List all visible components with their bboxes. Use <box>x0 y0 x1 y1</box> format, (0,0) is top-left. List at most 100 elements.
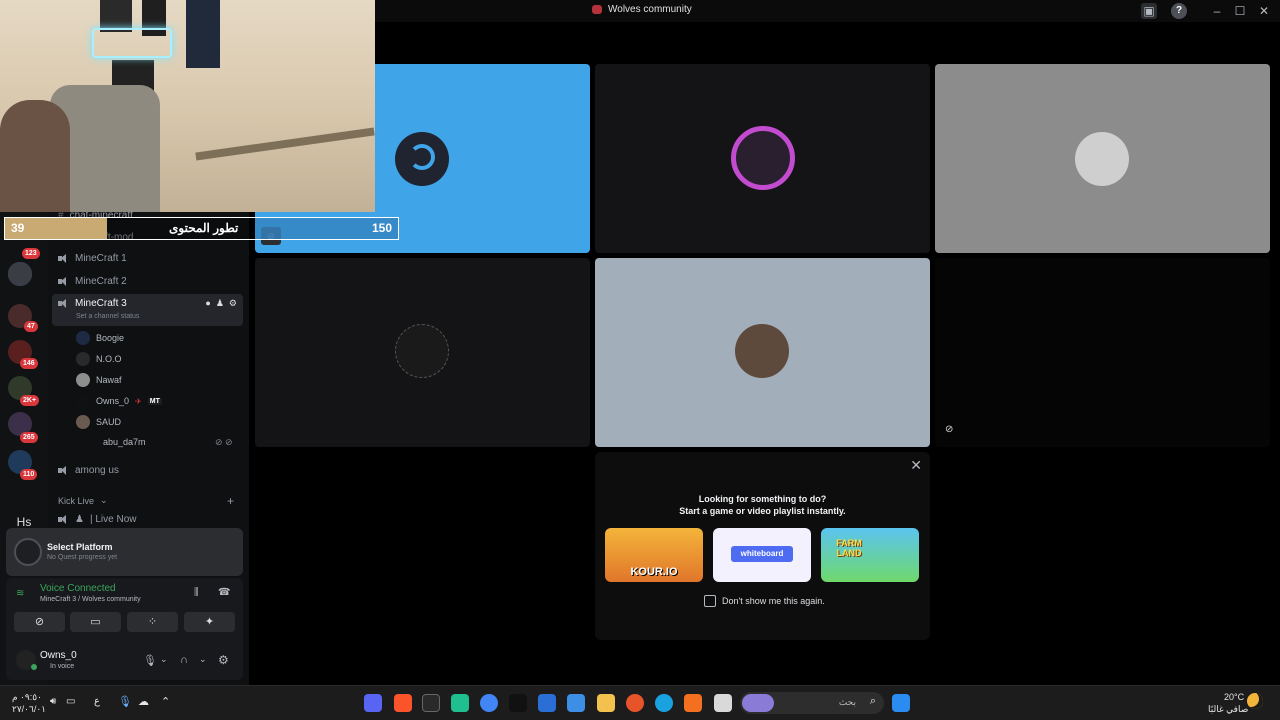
chevron-down-icon[interactable]: ⌄ <box>199 654 207 665</box>
category-kick-live[interactable]: Kick Live ⌄ <box>58 495 108 506</box>
discord-taskbar-icon[interactable] <box>364 694 382 712</box>
activity-card-label: KOUR.IO <box>630 566 678 578</box>
dont-show-checkbox[interactable] <box>704 595 716 607</box>
app-taskbar-icon[interactable] <box>714 694 732 712</box>
headphones-icon[interactable]: ∩ <box>180 654 188 666</box>
language-indicator[interactable]: ع <box>94 696 100 707</box>
screen-share-button[interactable]: ▭ <box>70 612 121 632</box>
app-taskbar-icon[interactable] <box>684 694 702 712</box>
voice-member[interactable]: N.O.O <box>76 352 122 366</box>
voice-channel-minecraft-3[interactable]: MineCraft 3 Set a channel status ● ♟ ⚙ <box>52 294 243 326</box>
activity-card-label: whiteboard <box>731 546 793 562</box>
unread-badge: 47 <box>24 321 38 332</box>
avatar <box>76 394 90 408</box>
voice-member[interactable]: abu_da7m <box>103 437 146 447</box>
member-name: Owns_0 <box>96 396 130 406</box>
minimize-button[interactable]: – <box>1209 3 1225 19</box>
app-taskbar-icon[interactable] <box>451 694 469 712</box>
member-name: Nawaf <box>96 375 122 385</box>
weather-description[interactable]: صافي غالبًا <box>1208 704 1248 715</box>
soundboard-button[interactable]: ✦ <box>184 612 235 632</box>
speaker-icon <box>58 254 69 263</box>
user-name: Owns_0 <box>40 650 77 661</box>
video-tile-member[interactable] <box>595 64 930 253</box>
member-name: abu_da7m <box>103 437 146 447</box>
voice-channel-live-now[interactable]: ♟ | Live Now <box>58 514 136 525</box>
volume-icon[interactable]: 🔊︎ <box>50 696 56 707</box>
speaker-icon <box>58 299 69 308</box>
clock-time[interactable]: ٠٩:٥٠ م <box>12 692 42 703</box>
video-tile-member[interactable] <box>255 258 590 447</box>
noise-suppression-icon[interactable]: ⫼ <box>194 587 199 598</box>
video-tile-saud[interactable] <box>595 258 930 447</box>
close-icon[interactable]: ✕ <box>910 457 922 474</box>
edge-taskbar-icon[interactable] <box>655 694 673 712</box>
disconnect-icon[interactable]: ☎ <box>218 587 230 598</box>
signal-icon: ≋ <box>16 588 25 599</box>
voice-channel-minecraft-1[interactable]: MineCraft 1 <box>58 253 127 264</box>
gear-icon[interactable]: ⚙ <box>229 298 237 309</box>
close-window-button[interactable]: ✕ <box>1256 3 1272 19</box>
help-icon[interactable]: ? <box>1171 3 1187 19</box>
window-title-text: Wolves community <box>608 4 692 15</box>
weather-temperature[interactable]: 20°C <box>1224 692 1244 702</box>
chevron-down-icon[interactable]: ⌄ <box>160 654 168 665</box>
server-icon[interactable] <box>8 262 32 286</box>
activities-button[interactable]: ⁘ <box>127 612 178 632</box>
select-platform-card[interactable]: Select Platform No Quest progress yet <box>6 528 243 576</box>
microphone-icon[interactable]: 🎙︎ <box>143 654 157 667</box>
cloud-icon[interactable]: ☁ <box>138 695 149 708</box>
file-explorer-taskbar-icon[interactable] <box>597 694 615 712</box>
inbox-icon[interactable]: ▣ <box>1141 3 1157 19</box>
mail-taskbar-icon[interactable] <box>538 694 556 712</box>
avatar <box>735 324 789 378</box>
chevron-up-icon[interactable]: ⌃ <box>161 695 170 708</box>
voice-channel-among-us[interactable]: among us <box>58 465 119 476</box>
rocket-icon: ✈ <box>135 396 142 406</box>
activity-card-farmland[interactable]: FARM LAND <box>821 528 919 582</box>
invite-icon[interactable]: ♟ <box>216 298 224 309</box>
voice-status: Voice Connected <box>40 583 116 594</box>
tiktok-taskbar-icon[interactable] <box>509 694 527 712</box>
people-icon: ♟ <box>75 514 84 525</box>
webcam-overlay <box>0 0 375 212</box>
maximize-button[interactable]: ☐ <box>1232 3 1248 19</box>
windows-start-icon[interactable] <box>892 694 910 712</box>
brave-taskbar-icon[interactable] <box>394 694 412 712</box>
chrome-taskbar-icon[interactable] <box>480 694 498 712</box>
app-taskbar-icon[interactable] <box>626 694 644 712</box>
camera-toggle-button[interactable]: ⊘ <box>14 612 65 632</box>
voice-member[interactable]: Boogie <box>76 331 124 345</box>
neon-sign <box>92 28 172 58</box>
taskbar-search[interactable]: بحث ⌕ <box>740 692 884 714</box>
network-icon[interactable]: ▭ <box>66 696 75 707</box>
microphone-icon[interactable]: 🎙︎ <box>118 695 132 708</box>
avatar <box>731 126 795 190</box>
add-channel-icon[interactable]: + <box>227 494 234 508</box>
activity-suggestion-panel: ✕ Looking for something to do? Start a g… <box>595 452 930 640</box>
unread-badge: 265 <box>20 432 38 443</box>
search-placeholder: بحث <box>838 697 856 707</box>
channel-status[interactable]: Set a channel status <box>76 313 139 320</box>
weather-moon-icon[interactable] <box>1247 693 1263 709</box>
gear-icon[interactable]: ⚙ <box>218 653 229 667</box>
unread-badge: 123 <box>22 248 40 259</box>
video-tile-member[interactable]: ⊘ <box>935 258 1270 447</box>
category-label: Kick Live <box>58 495 95 506</box>
voice-location[interactable]: MineCraft 3 / Wolves community <box>40 596 141 603</box>
voice-member[interactable]: SAUD <box>76 415 121 429</box>
store-taskbar-icon[interactable] <box>567 694 585 712</box>
voice-channel-minecraft-2[interactable]: MineCraft 2 <box>58 276 127 287</box>
activity-card-kour[interactable]: KOUR.IO <box>605 528 703 582</box>
activity-card-whiteboard[interactable]: whiteboard <box>713 528 811 582</box>
chat-icon[interactable]: ● <box>205 298 210 309</box>
channel-label: among us <box>75 465 119 476</box>
voice-member[interactable]: Owns_0 ✈ MT <box>76 394 162 408</box>
avatar <box>76 415 90 429</box>
voice-member[interactable]: Nawaf <box>76 373 122 387</box>
window-title: Wolves community <box>592 4 692 15</box>
video-tile-nawaf[interactable] <box>935 64 1270 253</box>
epic-games-taskbar-icon[interactable] <box>422 694 440 712</box>
mic-arm <box>195 127 375 161</box>
clock-date[interactable]: ٢٧/٠٦/٠١ <box>12 704 46 715</box>
